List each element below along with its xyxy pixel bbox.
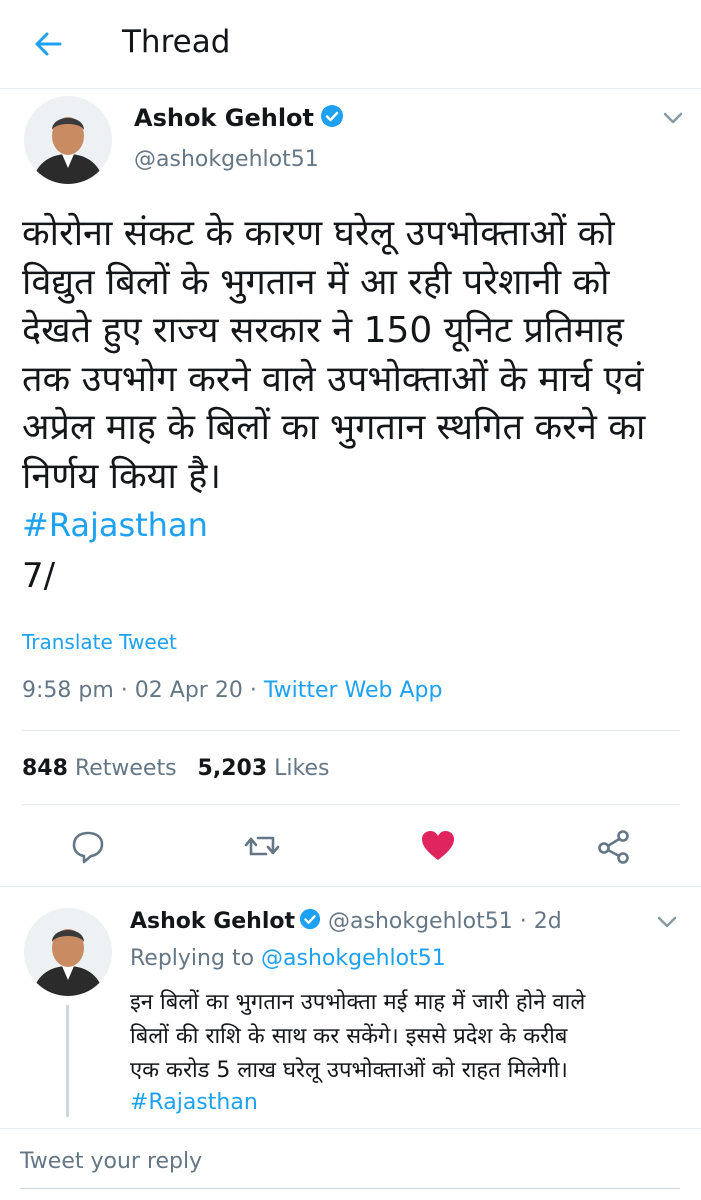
reply-avatar[interactable] <box>24 908 112 996</box>
engagement-stats: 848 Retweets 5,203 Likes <box>22 756 329 781</box>
divider <box>0 1128 701 1129</box>
arrow-left-icon[interactable] <box>30 26 66 62</box>
reply-input[interactable]: Tweet your reply <box>20 1142 680 1182</box>
replying-to: Replying to @ashokgehlot51 <box>130 946 446 971</box>
divider <box>22 804 680 805</box>
like-icon[interactable] <box>418 826 458 866</box>
top-bar: Thread <box>0 0 701 89</box>
verified-badge-icon <box>320 104 344 134</box>
chevron-down-icon[interactable] <box>656 914 678 934</box>
tweet-text: कोरोना संकट के कारण घरेलू उपभोक्ताओं को … <box>22 213 646 497</box>
author-name-label: Ashok Gehlot <box>134 104 314 132</box>
reply-hashtag-link[interactable]: #Rajasthan <box>130 1090 258 1115</box>
reply-age: 2d <box>533 909 562 934</box>
retweets-label: Retweets <box>74 756 177 781</box>
tweet-source-link[interactable]: Twitter Web App <box>264 678 443 703</box>
chevron-down-icon[interactable] <box>662 110 684 130</box>
retweets-count: 848 <box>22 756 68 781</box>
verified-badge-icon <box>299 908 321 936</box>
divider <box>22 730 680 731</box>
reply-input-underline <box>20 1188 680 1189</box>
reply-author-handle[interactable]: @ashokgehlot51 <box>328 909 513 934</box>
share-icon[interactable] <box>594 826 634 866</box>
retweets-stat[interactable]: 848 Retweets <box>22 756 177 781</box>
thread-connector-line <box>66 1005 69 1117</box>
reply-author-name[interactable]: Ashok Gehlot <box>130 909 295 934</box>
hashtag-link[interactable]: #Rajasthan <box>22 506 208 544</box>
replying-to-label: Replying to <box>130 946 255 971</box>
tweet-meta: 9:58 pm · 02 Apr 20 · Twitter Web App <box>22 678 443 703</box>
tweet-time: 9:58 pm <box>22 678 114 703</box>
translate-tweet-link[interactable]: Translate Tweet <box>22 630 177 654</box>
retweet-icon[interactable] <box>242 826 282 866</box>
tweet-date: 02 Apr 20 <box>134 678 243 703</box>
likes-stat[interactable]: 5,203 Likes <box>198 756 330 781</box>
divider <box>0 886 701 887</box>
likes-label: Likes <box>274 756 330 781</box>
author-name[interactable]: Ashok Gehlot <box>134 104 344 134</box>
thread-counter: 7/ <box>22 556 56 596</box>
replying-to-handle-link[interactable]: @ashokgehlot51 <box>261 946 446 971</box>
reply-icon[interactable] <box>68 826 108 866</box>
author-handle[interactable]: @ashokgehlot51 <box>134 147 319 172</box>
page-title: Thread <box>122 24 231 60</box>
likes-count: 5,203 <box>197 756 268 781</box>
avatar[interactable] <box>24 96 112 184</box>
reply-header: Ashok Gehlot @ashokgehlot51 · 2d <box>130 908 562 936</box>
reply-text: इन बिलों का भुगतान उपभोक्ता मई माह में ज… <box>130 990 586 1083</box>
